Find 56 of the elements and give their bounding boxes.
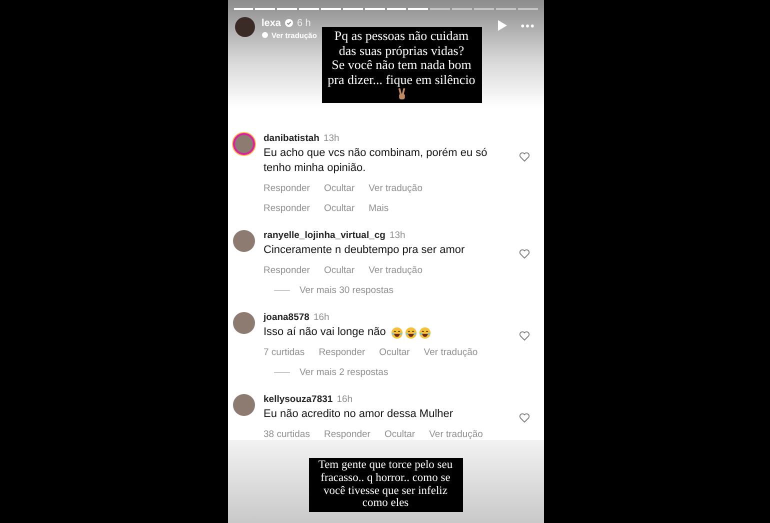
comment-action[interactable]: 38 curtidas xyxy=(264,429,310,440)
comment-action[interactable]: Ver tradução xyxy=(368,265,422,276)
caption-line: como eles xyxy=(362,497,409,510)
comment-action[interactable]: Responder xyxy=(264,183,310,194)
laughing-face-icon xyxy=(390,326,403,338)
avatar[interactable] xyxy=(232,230,254,252)
heart-icon[interactable] xyxy=(518,331,530,341)
username[interactable]: joana8578 xyxy=(264,312,310,323)
view-replies-link[interactable]: Ver mais 30 respostas xyxy=(300,285,394,296)
comment-text: Cinceramente n deubtempo pra ser amor xyxy=(264,243,466,258)
heart-icon[interactable] xyxy=(518,249,530,259)
comment-action[interactable]: Responder xyxy=(264,203,310,214)
author-name[interactable]: lexa xyxy=(262,18,281,28)
avatar[interactable] xyxy=(232,394,254,416)
caption-line: pra dizer... fique em silêncio xyxy=(328,72,476,87)
caption-line: das suas próprias vidas? xyxy=(338,44,464,58)
comment-action[interactable]: 7 curtidas xyxy=(264,347,305,358)
caption-line: Se você não tem nada bom xyxy=(332,58,472,72)
username[interactable]: kellysouza7831 xyxy=(264,394,333,405)
comment-time: 13h xyxy=(389,230,406,241)
comment-action[interactable]: Ocultar xyxy=(379,347,410,358)
comment-action[interactable]: Ocultar xyxy=(384,429,416,440)
comment-action[interactable]: Ver tradução xyxy=(368,183,422,194)
comment-text: Eu acho que vcs não combinam, porém eu só tenho minha opinião. xyxy=(264,146,488,176)
laughing-face-icon xyxy=(418,326,431,338)
caption-line: você tivesse que ser infeliz xyxy=(324,484,448,498)
avatar[interactable] xyxy=(232,312,254,334)
comment-text: Isso aí não vai longe não xyxy=(264,325,386,340)
comment-action[interactable]: Ver tradução xyxy=(429,429,483,440)
caption-line: fracasso.. q horror.. como se xyxy=(320,472,450,485)
comment-time: 13h xyxy=(323,133,340,144)
heart-icon[interactable] xyxy=(518,413,530,423)
more-icon[interactable] xyxy=(520,24,534,28)
view-replies-link[interactable]: Ver mais 2 respostas xyxy=(300,367,388,378)
comment-time: 16h xyxy=(313,312,330,323)
laughing-face-icon xyxy=(404,326,417,338)
heart-icon[interactable] xyxy=(518,152,530,162)
avatar[interactable] xyxy=(234,17,254,37)
comment-action[interactable]: Ocultar xyxy=(324,265,355,276)
caption-line: Tem gente que torce pelo seu xyxy=(318,459,453,472)
comment-action[interactable]: Responder xyxy=(264,265,310,276)
username[interactable]: danibatistah xyxy=(264,133,320,144)
comment-time: 16h xyxy=(336,394,353,405)
comment-action[interactable]: Responder xyxy=(318,347,366,358)
caption-line: Pq as pessoas não cuidam xyxy=(334,29,469,44)
comment-action[interactable]: Responder xyxy=(324,429,370,440)
comment-text: Eu não acredito no amor dessa Mulher xyxy=(264,407,454,422)
post-time: 6 h xyxy=(296,18,311,28)
comment-action[interactable]: Mais xyxy=(368,203,389,214)
comment-action[interactable]: Ocultar xyxy=(324,183,355,194)
peace-hand-icon xyxy=(396,88,406,100)
username[interactable]: ranyelle_lojinha_virtual_cg xyxy=(264,230,386,241)
comment-action[interactable]: Ocultar xyxy=(324,203,355,214)
avatar[interactable] xyxy=(232,133,254,155)
comment-action[interactable]: Ver tradução xyxy=(424,347,478,358)
play-icon[interactable] xyxy=(498,20,506,31)
